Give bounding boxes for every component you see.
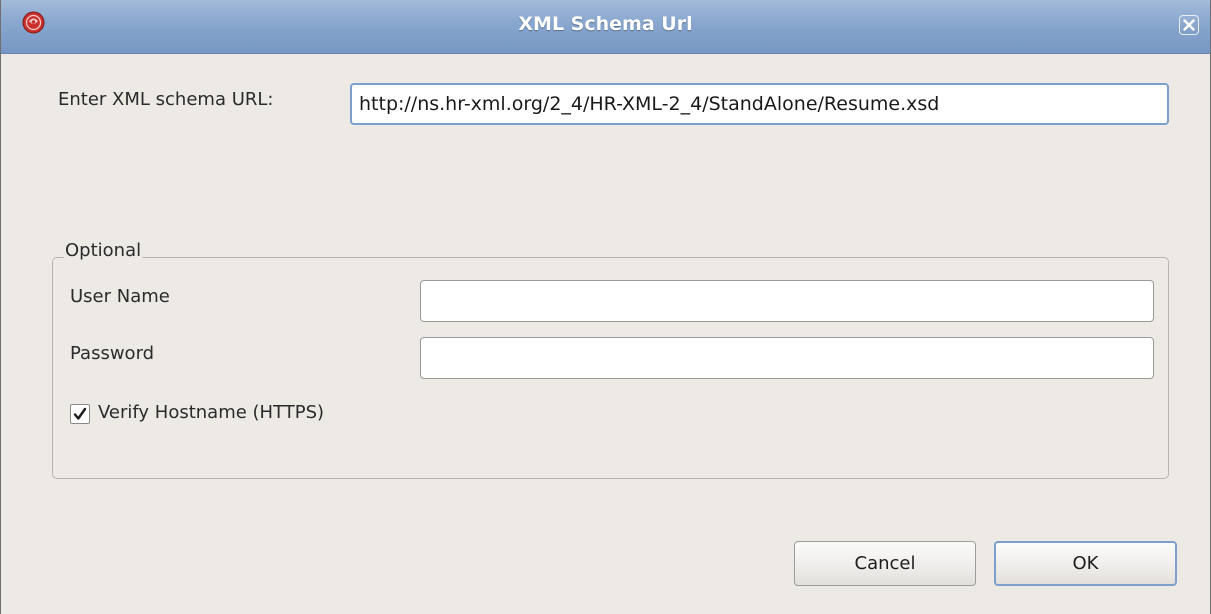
username-input[interactable] [420, 280, 1154, 322]
schema-url-label: Enter XML schema URL: [58, 89, 274, 110]
username-label: User Name [70, 286, 170, 307]
close-icon [1183, 19, 1195, 31]
optional-group-legend: Optional [64, 240, 143, 261]
cancel-button[interactable]: Cancel [794, 541, 976, 586]
password-input[interactable] [420, 337, 1154, 379]
close-button[interactable] [1179, 15, 1199, 35]
ok-button[interactable]: OK [994, 541, 1177, 586]
password-label: Password [70, 343, 155, 364]
verify-hostname-checkbox[interactable] [70, 404, 90, 424]
checkmark-icon [73, 407, 87, 420]
dialog-window: XML Schema Url Enter XML schema URL: Opt… [0, 0, 1211, 614]
verify-hostname-label[interactable]: Verify Hostname (HTTPS) [98, 402, 324, 423]
schema-url-input[interactable] [350, 83, 1169, 125]
title-bar[interactable]: XML Schema Url [1, 0, 1210, 54]
window-title: XML Schema Url [518, 13, 693, 35]
